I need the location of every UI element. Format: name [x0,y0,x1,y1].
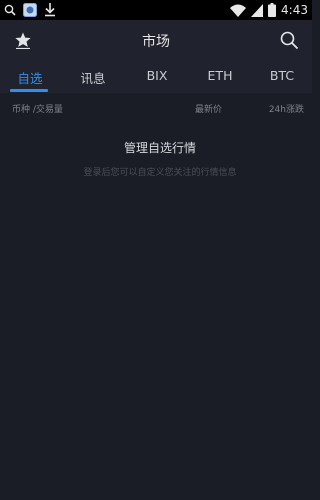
market-tabs: 自选 讯息 BIX ETH BTC [0,60,312,93]
page-title: 市场 [142,34,170,50]
tab-eth[interactable]: ETH [204,68,236,83]
app-header: 市场 [0,20,312,60]
tab-favorites[interactable]: 自选 [16,68,44,87]
app-icon [23,3,37,17]
search-icon[interactable] [279,30,299,50]
status-time: 4:43 [281,3,308,17]
wifi-icon [230,4,247,17]
search-icon [4,4,16,16]
active-tab-indicator [10,89,48,92]
tab-news[interactable]: 讯息 [78,68,108,87]
download-icon [45,3,55,17]
status-bar: 4:43 [0,0,312,20]
tab-bix[interactable]: BIX [143,68,171,83]
battery-icon [268,3,277,17]
status-notifications [4,2,56,18]
empty-state-title[interactable]: 管理自选行情 [0,139,320,156]
column-24h-change[interactable]: 24h涨跌 [269,102,304,115]
status-system: 4:43 [230,2,308,18]
tab-btc[interactable]: BTC [267,68,297,83]
empty-state-hint: 登录后您可以自定义您关注的行情信息 [83,168,237,178]
column-headers: 币种 /交易量 最新价 24h涨跌 [0,96,312,118]
column-latest-price[interactable]: 最新价 [195,102,222,115]
signal-icon [251,3,264,17]
column-pair-volume[interactable]: 币种 /交易量 [12,102,63,115]
